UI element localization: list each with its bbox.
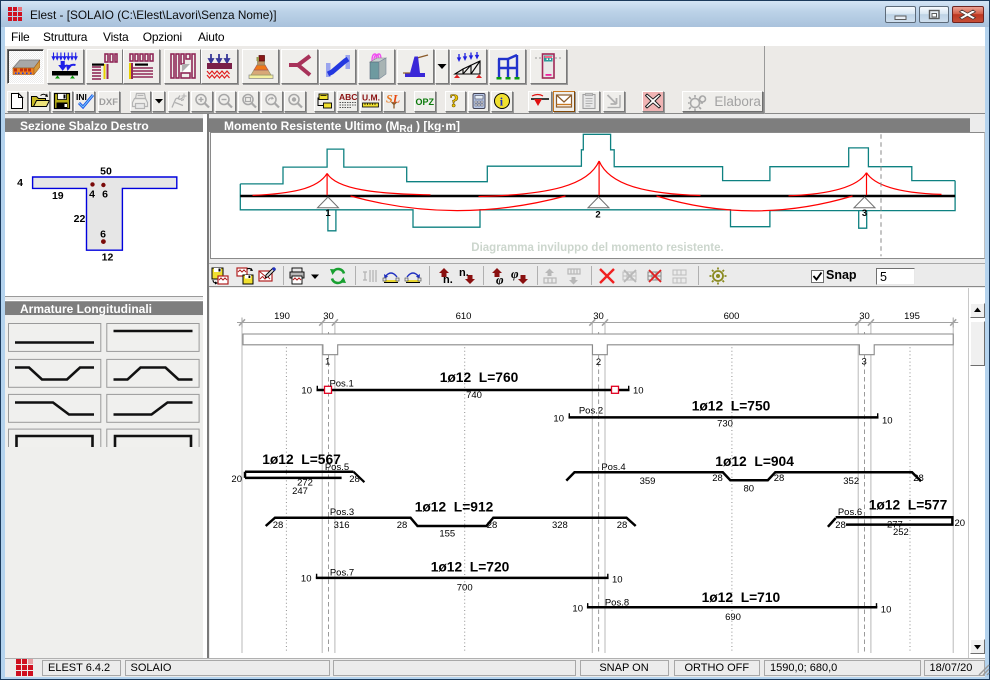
svg-text:28: 28 xyxy=(712,473,723,484)
svg-text:Pos.5: Pos.5 xyxy=(324,462,348,473)
svg-text:10: 10 xyxy=(612,574,623,585)
svg-text:Pos.4: Pos.4 xyxy=(601,462,625,473)
svg-text:2: 2 xyxy=(595,357,600,368)
svg-text:730: 730 xyxy=(717,419,733,430)
svg-text:20: 20 xyxy=(954,518,965,529)
svg-text:Pos.1: Pos.1 xyxy=(329,379,353,390)
svg-text:28: 28 xyxy=(349,474,360,485)
svg-text:2: 2 xyxy=(595,210,600,221)
svg-text:10: 10 xyxy=(300,574,311,585)
svg-text:3: 3 xyxy=(861,357,866,368)
svg-text:Pos.7: Pos.7 xyxy=(329,568,353,579)
svg-text:1: 1 xyxy=(325,357,330,368)
svg-text:20: 20 xyxy=(231,474,242,485)
svg-text:195: 195 xyxy=(904,311,920,322)
svg-text:3: 3 xyxy=(861,208,866,219)
svg-text:19: 19 xyxy=(52,190,64,202)
svg-text:28: 28 xyxy=(913,473,924,484)
svg-text:1ø12 L=710: 1ø12 L=710 xyxy=(701,590,780,605)
svg-text:10: 10 xyxy=(633,386,644,397)
svg-text:12: 12 xyxy=(102,251,114,263)
svg-text:DXF: DXF xyxy=(99,97,118,107)
svg-text:1ø12 L=904: 1ø12 L=904 xyxy=(715,454,794,469)
svg-text:10: 10 xyxy=(301,386,312,397)
svg-text:352: 352 xyxy=(843,476,859,487)
svg-text:4: 4 xyxy=(89,189,95,201)
svg-text:155: 155 xyxy=(439,528,455,539)
svg-text:1ø12 L=577: 1ø12 L=577 xyxy=(868,498,947,513)
svg-text:6: 6 xyxy=(100,229,106,241)
svg-text:ABC: ABC xyxy=(339,93,357,103)
svg-text:28: 28 xyxy=(272,520,283,531)
svg-text:22: 22 xyxy=(74,213,86,225)
svg-text:Pos.6: Pos.6 xyxy=(837,507,861,518)
svg-text:10: 10 xyxy=(572,603,583,614)
svg-text:10: 10 xyxy=(880,604,891,615)
svg-text:80: 80 xyxy=(743,484,754,495)
svg-text:30: 30 xyxy=(859,311,870,322)
svg-text:U.M.: U.M. xyxy=(362,93,380,103)
svg-text:50: 50 xyxy=(100,166,112,178)
svg-text:740: 740 xyxy=(466,390,482,401)
svg-text:28: 28 xyxy=(773,473,784,484)
svg-text:1: 1 xyxy=(325,208,331,219)
svg-text:n.: n. xyxy=(459,267,469,279)
svg-text:247: 247 xyxy=(292,486,308,497)
svg-text:4: 4 xyxy=(17,177,23,189)
svg-text:φ: φ xyxy=(496,272,504,285)
svg-text:30: 30 xyxy=(323,311,334,322)
svg-text:?: ? xyxy=(450,92,460,111)
svg-text:6: 6 xyxy=(102,189,108,201)
svg-text:28: 28 xyxy=(396,520,407,531)
svg-text:690: 690 xyxy=(725,612,741,623)
svg-text:600: 600 xyxy=(723,311,739,322)
svg-text:n.: n. xyxy=(443,274,453,285)
svg-text:INI: INI xyxy=(76,92,87,102)
svg-text:Pos.2: Pos.2 xyxy=(578,406,602,417)
svg-text:28: 28 xyxy=(486,520,497,531)
svg-text:328: 328 xyxy=(551,520,567,531)
svg-text:Pos.8: Pos.8 xyxy=(604,597,628,608)
svg-text:10: 10 xyxy=(882,416,893,427)
svg-text:700: 700 xyxy=(456,583,472,594)
svg-text:30: 30 xyxy=(593,311,604,322)
svg-text:28: 28 xyxy=(835,520,846,531)
svg-text:252: 252 xyxy=(892,527,908,538)
svg-text:28: 28 xyxy=(616,520,627,531)
svg-text:190: 190 xyxy=(274,311,290,322)
svg-text:1ø12 L=750: 1ø12 L=750 xyxy=(691,398,770,413)
svg-text:10: 10 xyxy=(553,414,564,425)
svg-text:Pos.3: Pos.3 xyxy=(329,507,353,518)
svg-text:316: 316 xyxy=(333,520,349,531)
svg-text:1ø12 L=912: 1ø12 L=912 xyxy=(414,500,493,515)
svg-text:1ø12 L=720: 1ø12 L=720 xyxy=(430,559,509,574)
svg-text:359: 359 xyxy=(639,476,655,487)
svg-text:1ø12 L=760: 1ø12 L=760 xyxy=(439,370,518,385)
svg-text:610: 610 xyxy=(455,311,471,322)
svg-text:φ: φ xyxy=(511,267,519,281)
svg-text:Diagramma inviluppo del moment: Diagramma inviluppo del momento resisten… xyxy=(471,242,723,254)
svg-text:OPZ: OPZ xyxy=(415,97,434,107)
